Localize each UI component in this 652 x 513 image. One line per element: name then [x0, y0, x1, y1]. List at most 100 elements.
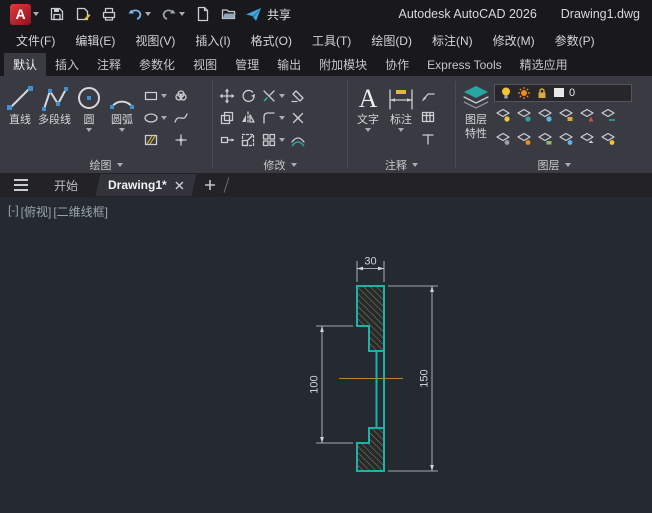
text-icon: A — [359, 84, 378, 113]
trim-button[interactable] — [260, 86, 286, 106]
explode-button[interactable] — [289, 108, 307, 128]
text-style-button[interactable] — [419, 129, 437, 149]
new-drawing-button[interactable] — [193, 4, 213, 24]
layer-states-button[interactable] — [599, 128, 617, 148]
menu-dimension[interactable]: 标注(N) — [422, 29, 483, 52]
dim-arrow — [320, 326, 324, 332]
leader-button[interactable] — [419, 85, 437, 105]
layer-properties-button[interactable]: 图层 特性 — [461, 80, 491, 156]
layer-unlock-icon — [538, 132, 552, 145]
text-button[interactable]: A 文字 — [353, 80, 383, 156]
viewport-minus-control[interactable]: [-] — [8, 203, 19, 220]
modify-panel-expander[interactable]: 修改 — [213, 156, 347, 173]
current-layer-name: 0 — [569, 87, 576, 99]
file-tab-drawing1[interactable]: Drawing1* — [95, 174, 197, 196]
undo-button[interactable] — [125, 4, 153, 24]
layer-isolate-icon — [517, 108, 531, 122]
open-button[interactable] — [219, 4, 239, 24]
erase-button[interactable] — [289, 86, 307, 106]
layer-freeze-button[interactable] — [536, 105, 554, 125]
layer-unisolate-icon — [496, 132, 510, 145]
dimension-button[interactable]: 标注 — [386, 80, 416, 156]
ribbon-tab-home[interactable]: 默认 — [4, 53, 47, 76]
menu-edit[interactable]: 编辑(E) — [65, 29, 125, 52]
menu-view[interactable]: 视图(V) — [125, 29, 185, 52]
close-icon[interactable] — [175, 181, 184, 190]
ribbon-tab-view[interactable]: 视图 — [184, 53, 226, 76]
save-as-button[interactable] — [73, 4, 93, 24]
arc-button[interactable]: 圆弧 — [107, 80, 137, 156]
viewport-view-control[interactable]: [俯视] — [21, 203, 52, 220]
redo-button[interactable] — [159, 4, 187, 24]
ribbon-tab-annotate[interactable]: 注释 — [88, 53, 130, 76]
new-tab-plus-icon[interactable] — [204, 179, 216, 191]
ribbon-tab-collaborate[interactable]: 协作 — [376, 53, 418, 76]
ribbon-tab-manage[interactable]: 管理 — [226, 53, 268, 76]
ellipse-button[interactable] — [142, 108, 168, 128]
array-button[interactable] — [260, 130, 286, 150]
chevron-down-icon — [161, 94, 167, 98]
layer-make-current-button[interactable] — [578, 105, 596, 125]
save-icon — [50, 7, 64, 21]
modify-panel: 修改 — [213, 76, 347, 173]
chevron-down-icon — [279, 94, 285, 98]
layer-freeze-icon — [538, 108, 552, 122]
viewport-visualstyle-control[interactable]: [二维线框] — [53, 203, 108, 220]
file-tab-menu-button[interactable] — [8, 175, 34, 195]
layer-off-button[interactable] — [494, 105, 512, 125]
layer-thaw-button[interactable] — [515, 128, 533, 148]
annotate-panel-expander[interactable]: 注释 — [348, 156, 455, 173]
circle-button[interactable]: 圆 — [74, 80, 104, 156]
copy-button[interactable] — [218, 108, 236, 128]
menu-tools[interactable]: 工具(T) — [302, 29, 361, 52]
share-button[interactable]: 共享 — [245, 6, 291, 23]
layer-control-dropdown[interactable]: 0 — [494, 84, 632, 102]
menu-draw[interactable]: 绘图(D) — [361, 29, 422, 52]
spline-button[interactable] — [172, 108, 190, 128]
menu-insert[interactable]: 插入(I) — [185, 29, 240, 52]
rectangle-button[interactable] — [142, 86, 168, 106]
line-button[interactable]: 直线 — [5, 80, 35, 156]
mirror-button[interactable] — [239, 108, 257, 128]
file-tab-start[interactable]: 开始 — [44, 173, 88, 198]
ribbon-tab-parametric[interactable]: 参数化 — [130, 53, 184, 76]
ribbon-tab-express-tools[interactable]: Express Tools — [418, 53, 510, 76]
ribbon-tab-addins[interactable]: 附加模块 — [310, 53, 376, 76]
table-button[interactable] — [419, 107, 437, 127]
menu-parametric[interactable]: 参数(P) — [545, 29, 605, 52]
layer-match-button[interactable] — [599, 105, 617, 125]
layer-lock-button[interactable] — [557, 105, 575, 125]
chevron-down-icon — [279, 116, 285, 120]
menu-modify[interactable]: 修改(M) — [483, 29, 545, 52]
menu-file[interactable]: 文件(F) — [6, 29, 65, 52]
plot-button[interactable] — [99, 4, 119, 24]
rotate-button[interactable] — [239, 86, 257, 106]
ribbon-tab-featured-apps[interactable]: 精选应用 — [511, 53, 577, 76]
stretch-button[interactable] — [218, 130, 236, 150]
menu-format[interactable]: 格式(O) — [241, 29, 302, 52]
polyline-button[interactable]: 多段线 — [38, 80, 71, 156]
revcloud-button[interactable] — [172, 86, 190, 106]
offset-button[interactable] — [289, 130, 307, 150]
annotate-panel: A 文字 标注 注释 — [348, 76, 455, 173]
layers-panel-expander[interactable]: 图层 — [456, 156, 652, 173]
layer-unlock-button[interactable] — [536, 128, 554, 148]
model-space-canvas[interactable]: [-] [俯视] [二维线框] 30 100 150 — [0, 197, 652, 513]
point-button[interactable] — [172, 130, 190, 150]
layer-walk-button[interactable] — [557, 128, 575, 148]
layer-unisolate-button[interactable] — [494, 128, 512, 148]
ribbon-tab-output[interactable]: 输出 — [268, 53, 310, 76]
layer-walk-icon — [559, 132, 573, 145]
save-button[interactable] — [47, 4, 67, 24]
scale-button[interactable] — [239, 130, 257, 150]
fillet-button[interactable] — [260, 108, 286, 128]
draw-panel-expander[interactable]: 绘图 — [0, 156, 212, 173]
hatch-button[interactable] — [142, 130, 168, 150]
section-web — [375, 351, 385, 428]
app-menu-button[interactable]: A — [8, 2, 41, 27]
layer-on-bulb-icon — [502, 87, 510, 99]
layer-previous-button[interactable] — [578, 128, 596, 148]
ribbon-tab-insert[interactable]: 插入 — [46, 53, 88, 76]
move-button[interactable] — [218, 86, 236, 106]
layer-isolate-button[interactable] — [515, 105, 533, 125]
